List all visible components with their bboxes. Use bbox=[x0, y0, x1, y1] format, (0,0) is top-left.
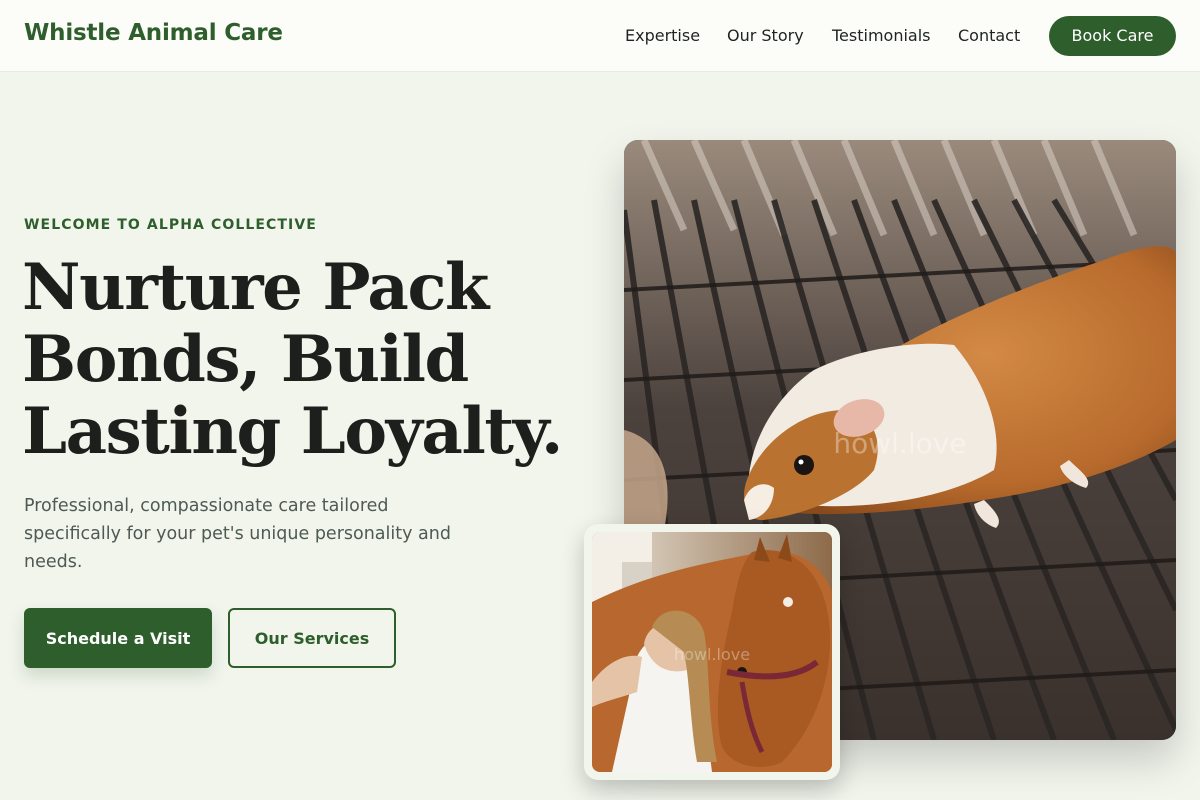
headline-line-1: Nurture Pack bbox=[22, 250, 489, 325]
nav-link-contact[interactable]: Contact bbox=[958, 26, 1020, 45]
small-photo-watermark: howl.love bbox=[674, 645, 750, 664]
horse-illustration: howl.love bbox=[592, 532, 832, 772]
main-photo-watermark: howl.love bbox=[833, 427, 966, 460]
secondary-photo-frame: howl.love bbox=[584, 524, 840, 780]
hero-headline: Nurture Pack Bonds, Build Lasting Loyalt… bbox=[22, 252, 582, 468]
nav-link-our-story[interactable]: Our Story bbox=[727, 26, 804, 45]
our-services-button[interactable]: Our Services bbox=[228, 608, 396, 668]
hero-subtext: Professional, compassionate care tailore… bbox=[24, 496, 451, 572]
book-care-button[interactable]: Book Care bbox=[1049, 16, 1176, 56]
site-header: Whistle Animal Care Expertise Our Story … bbox=[0, 0, 1200, 72]
nav-link-expertise[interactable]: Expertise bbox=[625, 26, 700, 45]
headline-line-3: Lasting Loyalty. bbox=[22, 394, 563, 469]
brand-logo[interactable]: Whistle Animal Care bbox=[24, 20, 283, 46]
nav-link-testimonials[interactable]: Testimonials bbox=[832, 26, 931, 45]
hero-eyebrow: WELCOME TO ALPHA COLLECTIVE bbox=[24, 217, 317, 233]
schedule-visit-button[interactable]: Schedule a Visit bbox=[24, 608, 212, 668]
horse-photo: howl.love bbox=[592, 532, 832, 772]
headline-line-2: Bonds, Build bbox=[22, 322, 469, 397]
